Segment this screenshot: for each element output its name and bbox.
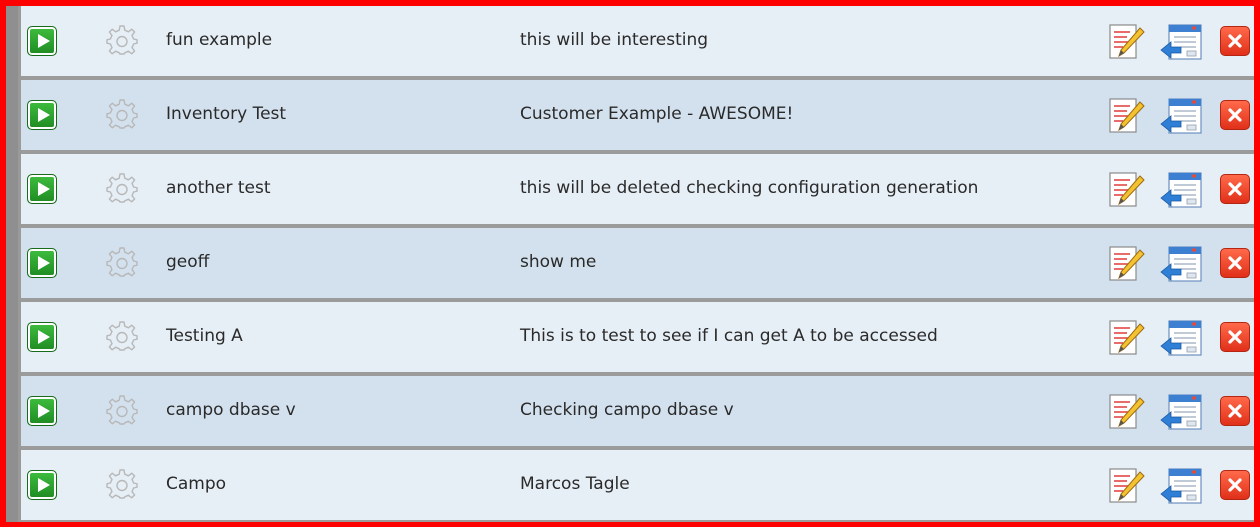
list-item: Inventory Test Customer Example - AWESOM… bbox=[21, 80, 1254, 154]
run-button[interactable] bbox=[27, 174, 57, 204]
gear-icon[interactable] bbox=[106, 321, 138, 353]
list-item: campo dbase v Checking campo dbase v bbox=[21, 376, 1254, 450]
gear-icon[interactable] bbox=[106, 173, 138, 205]
config-description: Customer Example - AWESOME! bbox=[520, 104, 794, 124]
edit-icon[interactable] bbox=[1107, 393, 1145, 431]
list-item: Campo Marcos Tagle bbox=[21, 450, 1254, 522]
run-button[interactable] bbox=[27, 26, 57, 56]
play-icon bbox=[38, 404, 50, 418]
close-icon bbox=[1228, 256, 1242, 270]
close-icon bbox=[1228, 404, 1242, 418]
config-name: Campo bbox=[166, 474, 227, 494]
window-icon[interactable] bbox=[1159, 23, 1203, 63]
play-icon bbox=[38, 478, 50, 492]
play-icon bbox=[38, 34, 50, 48]
gear-icon[interactable] bbox=[106, 99, 138, 131]
config-list: fun example this will be interesting Inv… bbox=[18, 6, 1254, 522]
window-icon[interactable] bbox=[1159, 171, 1203, 211]
delete-button[interactable] bbox=[1220, 100, 1250, 130]
run-button[interactable] bbox=[27, 100, 57, 130]
window-icon[interactable] bbox=[1159, 467, 1203, 507]
config-description: this will be deleted checking configurat… bbox=[520, 178, 979, 198]
config-description: Marcos Tagle bbox=[520, 474, 630, 494]
gear-icon[interactable] bbox=[106, 25, 138, 57]
edit-icon[interactable] bbox=[1107, 97, 1145, 135]
config-name: Testing A bbox=[166, 326, 243, 346]
edit-icon[interactable] bbox=[1107, 171, 1145, 209]
delete-button[interactable] bbox=[1220, 322, 1250, 352]
edit-icon[interactable] bbox=[1107, 319, 1145, 357]
window-icon[interactable] bbox=[1159, 319, 1203, 359]
close-icon bbox=[1228, 182, 1242, 196]
edit-icon[interactable] bbox=[1107, 245, 1145, 283]
gear-icon[interactable] bbox=[106, 247, 138, 279]
delete-button[interactable] bbox=[1220, 248, 1250, 278]
delete-button[interactable] bbox=[1220, 470, 1250, 500]
list-item: Testing A This is to test to see if I ca… bbox=[21, 302, 1254, 376]
list-item: fun example this will be interesting bbox=[21, 6, 1254, 80]
run-button[interactable] bbox=[27, 248, 57, 278]
list-item: another test this will be deleted checki… bbox=[21, 154, 1254, 228]
run-button[interactable] bbox=[27, 396, 57, 426]
config-name: campo dbase v bbox=[166, 400, 296, 420]
delete-button[interactable] bbox=[1220, 174, 1250, 204]
run-button[interactable] bbox=[27, 322, 57, 352]
window-icon[interactable] bbox=[1159, 97, 1203, 137]
close-icon bbox=[1228, 478, 1242, 492]
config-description: Checking campo dbase v bbox=[520, 400, 734, 420]
close-icon bbox=[1228, 108, 1242, 122]
close-icon bbox=[1228, 330, 1242, 344]
config-description: This is to test to see if I can get A to… bbox=[520, 326, 938, 346]
config-description: this will be interesting bbox=[520, 30, 709, 50]
play-icon bbox=[38, 108, 50, 122]
screenshot-frame: fun example this will be interesting Inv… bbox=[0, 0, 1260, 527]
window-icon[interactable] bbox=[1159, 245, 1203, 285]
play-icon bbox=[38, 256, 50, 270]
config-name: fun example bbox=[166, 30, 273, 50]
gear-icon[interactable] bbox=[106, 469, 138, 501]
run-button[interactable] bbox=[27, 470, 57, 500]
config-description: show me bbox=[520, 252, 597, 272]
list-item: geoff show me bbox=[21, 228, 1254, 302]
gear-icon[interactable] bbox=[106, 395, 138, 427]
play-icon bbox=[38, 330, 50, 344]
edit-icon[interactable] bbox=[1107, 467, 1145, 505]
config-name: Inventory Test bbox=[166, 104, 287, 124]
config-name: another test bbox=[166, 178, 271, 198]
edit-icon[interactable] bbox=[1107, 23, 1145, 61]
window-icon[interactable] bbox=[1159, 393, 1203, 433]
close-icon bbox=[1228, 34, 1242, 48]
play-icon bbox=[38, 182, 50, 196]
config-name: geoff bbox=[166, 252, 210, 272]
delete-button[interactable] bbox=[1220, 26, 1250, 56]
delete-button[interactable] bbox=[1220, 396, 1250, 426]
